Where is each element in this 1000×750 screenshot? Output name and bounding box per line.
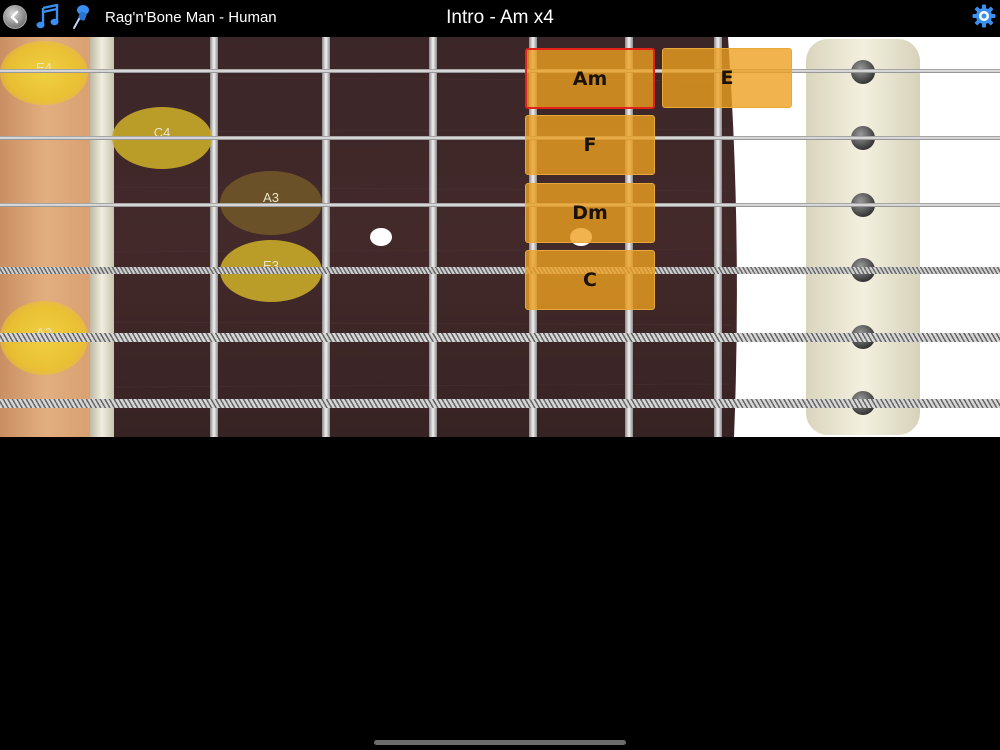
chord-label: Dm <box>572 202 608 224</box>
gear-icon[interactable] <box>972 4 996 28</box>
chord-button-f[interactable]: F <box>525 115 655 175</box>
string-1[interactable] <box>0 69 1000 73</box>
section-title: Intro - Am x4 <box>446 7 554 28</box>
fretboard[interactable]: E4 C4 A3 E3 A2 Am E F Dm C <box>0 37 1000 437</box>
string-6[interactable] <box>0 399 1000 408</box>
chord-button-c[interactable]: C <box>525 250 655 310</box>
string-2[interactable] <box>0 136 1000 140</box>
chord-label: C <box>583 269 597 291</box>
chord-button-am[interactable]: Am <box>525 48 655 109</box>
guitar-neck <box>0 37 1000 437</box>
chord-button-e[interactable]: E <box>662 48 792 108</box>
string-3[interactable] <box>0 203 1000 207</box>
fret-inlay-dot <box>370 228 392 246</box>
chord-label: F <box>583 134 597 156</box>
chord-label: E <box>720 67 734 89</box>
string-5[interactable] <box>0 333 1000 342</box>
note-marker-e4[interactable]: E4 <box>0 41 88 105</box>
home-indicator[interactable] <box>374 740 626 745</box>
string-4[interactable] <box>0 267 1000 274</box>
chord-button-dm[interactable]: Dm <box>525 183 655 243</box>
top-toolbar: Rag'n'Bone Man - Human Intro - Am x4 <box>0 0 1000 37</box>
chord-label: Am <box>572 67 608 90</box>
